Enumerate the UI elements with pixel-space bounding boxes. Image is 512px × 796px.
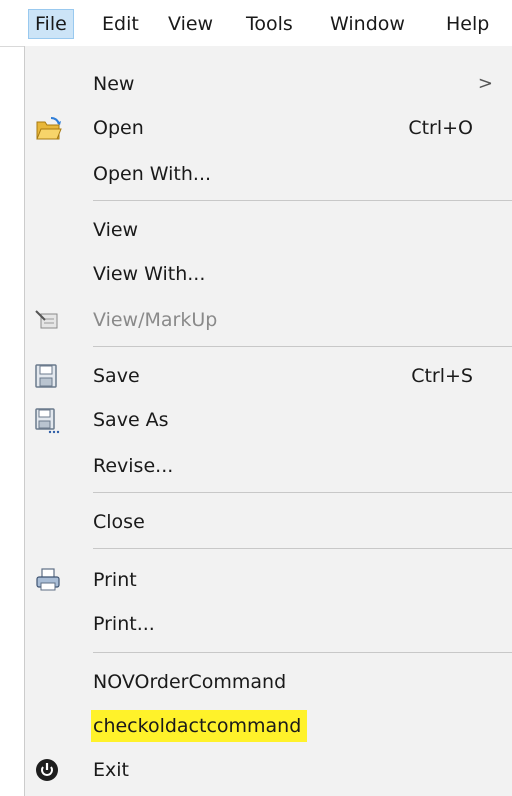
menu-item-label: View [93,219,139,241]
menu-item-print[interactable]: Print [25,556,512,604]
menu-separator [93,200,512,201]
menu-file[interactable]: File [28,9,74,39]
menu-item-view-with[interactable]: View With... [25,250,512,298]
menu-item-view[interactable]: View [25,206,512,254]
save-disk-icon [35,364,59,388]
menu-item-label: Revise... [93,455,174,477]
shortcut-text: Ctrl+S [411,365,473,387]
menu-item-open[interactable]: Open Ctrl+O [25,104,512,152]
menu-item-save[interactable]: Save Ctrl+S [25,352,512,400]
menu-item-label: Save As [93,409,169,431]
menu-item-label: NOVOrderCommand [93,671,287,693]
menu-item-print-dialog[interactable]: Print... [25,600,512,648]
menu-item-close[interactable]: Close [25,498,512,546]
file-menu-dropdown: New > Open Ctrl+O Open With... View View… [24,46,512,796]
menu-edit[interactable]: Edit [96,9,145,39]
menu-item-view-markup[interactable]: View/MarkUp [25,296,512,344]
menu-item-label: Close [93,511,145,533]
menu-view[interactable]: View [162,9,219,39]
menu-item-open-with[interactable]: Open With... [25,150,512,198]
menu-item-new[interactable]: New > [25,60,512,108]
menu-separator [93,346,512,347]
menu-item-save-as[interactable]: Save As [25,396,512,444]
exit-power-icon [35,758,59,782]
save-as-disk-icon [35,408,60,434]
menu-item-label: Open [93,117,144,139]
submenu-arrow-icon: > [477,73,493,94]
menu-item-label: Print [93,569,137,591]
menu-item-label: View With... [93,263,206,285]
menu-item-exit[interactable]: Exit [25,746,512,794]
printer-icon [35,568,60,592]
menu-item-label: New [93,73,135,95]
menu-bar: File Edit View Tools Window Help [0,0,512,47]
menu-separator [93,652,512,653]
menu-window[interactable]: Window [324,9,411,39]
menu-separator [93,548,512,549]
menu-item-label: View/MarkUp [93,309,218,331]
menu-tools[interactable]: Tools [240,9,299,39]
menu-item-checkoldact-command[interactable]: checkoldactcommand [25,702,512,750]
markup-icon [35,308,59,332]
menu-separator [93,492,512,493]
menu-item-label: Open With... [93,163,212,185]
menu-item-label: Save [93,365,140,387]
menu-item-nov-order-command[interactable]: NOVOrderCommand [25,658,512,706]
menu-item-label: Print... [93,613,155,635]
shortcut-text: Ctrl+O [408,117,473,139]
menu-item-label: checkoldactcommand [91,710,308,742]
menu-item-label: Exit [93,759,129,781]
menu-help[interactable]: Help [440,9,495,39]
open-folder-icon [35,116,62,140]
menu-item-revise[interactable]: Revise... [25,442,512,490]
